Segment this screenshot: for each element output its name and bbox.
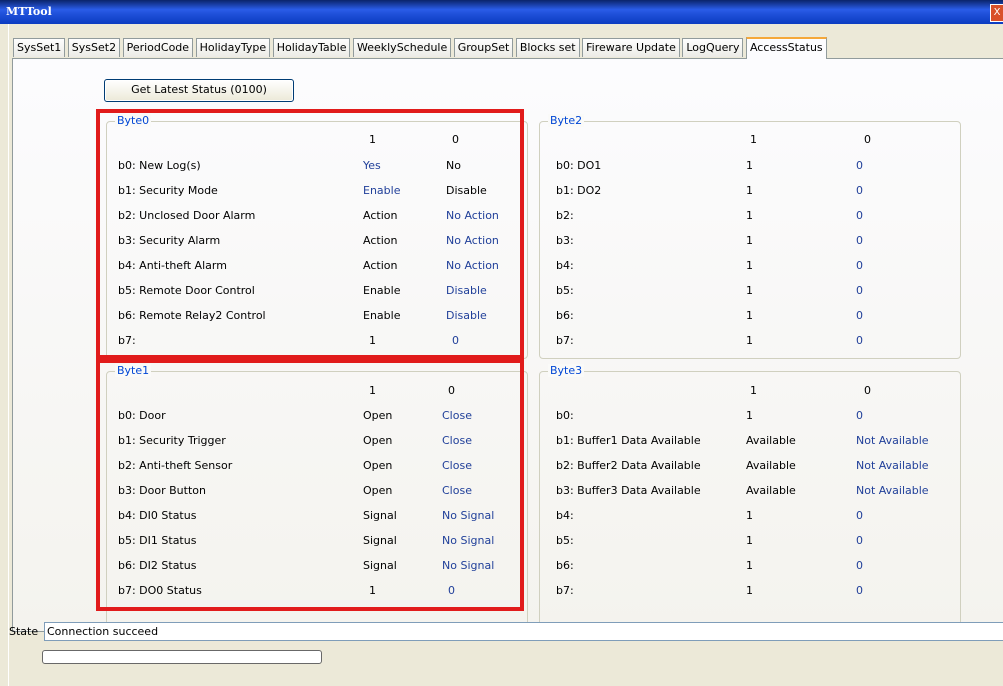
row-label: b0: DO1 [556,159,602,172]
value-0: 0 [856,234,863,247]
value-0: 0 [856,259,863,272]
row-label: b1: DO2 [556,184,602,197]
value-0: Not Available [856,434,929,447]
value-0: 0 [856,334,863,347]
status-row: b0: 1 0 [540,409,960,425]
status-row: b1: DO2 1 0 [540,184,960,200]
tab-holidaytype[interactable]: HolidayType [195,38,271,57]
value-1: 1 [746,184,753,197]
tab-blocks-set[interactable]: Blocks set [515,38,580,57]
value-1: 1 [746,234,753,247]
byte2-group: Byte2 1 0 b0: DO1 1 0 b1: DO2 1 0 b2: 1 0 b3: 1 0… [539,114,961,359]
row-label: b2: Buffer2 Data Available [556,459,701,472]
value-0: 0 [856,284,863,297]
highlight-box-byte0 [96,109,524,359]
value-1: 1 [746,259,753,272]
row-label: b4: [556,509,574,522]
tab-accessstatus[interactable]: AccessStatus [745,37,827,59]
group-legend: Byte2 [548,114,585,127]
byte3-group: Byte3 1 0 b0: 1 0 b1: Buffer1 Data Availabl… [539,364,961,629]
window-title: MTTool [6,5,52,18]
tab-weeklyschedule[interactable]: WeeklySchedule [352,38,452,57]
value-0: 0 [856,209,863,222]
col-header-0: 0 [864,384,871,397]
value-1: 1 [746,559,753,572]
col-header-1: 1 [750,133,757,146]
status-row: b7: 1 0 [540,584,960,600]
value-0: 0 [856,309,863,322]
tab-periodcode[interactable]: PeriodCode [122,38,194,57]
status-row: b5: 1 0 [540,284,960,300]
value-0: 0 [856,559,863,572]
state-field: Connection succeed [44,622,1003,641]
value-1: 1 [746,534,753,547]
value-1: Available [746,459,796,472]
status-row: b1: Buffer1 Data Available Available Not A… [540,434,960,450]
status-row: b7: 1 0 [540,334,960,350]
close-button[interactable]: X [990,4,1003,22]
value-0: 0 [856,584,863,597]
close-icon: X [993,7,1001,18]
tab-logquery[interactable]: LogQuery [682,38,744,57]
row-label: b0: [556,409,574,422]
value-1: 1 [746,334,753,347]
tab-fireware-update[interactable]: Fireware Update [582,38,680,57]
value-0: Not Available [856,459,929,472]
row-label: b2: [556,209,574,222]
status-row: b6: 1 0 [540,309,960,325]
title-bar: MTTool X [0,0,1003,24]
status-row: b2: 1 0 [540,209,960,225]
row-label: b7: [556,584,574,597]
row-label: b5: [556,534,574,547]
tab-strip: SysSet1 SysSet2 PeriodCode HolidayType H… [13,37,827,59]
row-label: b6: [556,309,574,322]
col-header-1: 1 [750,384,757,397]
value-1: Available [746,484,796,497]
status-row: b3: 1 0 [540,234,960,250]
value-1: 1 [746,209,753,222]
tab-sysset2[interactable]: SysSet2 [67,38,121,57]
status-row: b0: DO1 1 0 [540,159,960,175]
value-0: 0 [856,509,863,522]
value-0: Not Available [856,484,929,497]
client-area: SysSet1 SysSet2 PeriodCode HolidayType H… [8,24,1003,686]
tab-groupset[interactable]: GroupSet [453,38,514,57]
status-row: b4: 1 0 [540,259,960,275]
status-row: b6: 1 0 [540,559,960,575]
value-1: 1 [746,509,753,522]
get-latest-status-button[interactable]: Get Latest Status (0100) [104,79,294,102]
status-row: b5: 1 0 [540,534,960,550]
value-1: Available [746,434,796,447]
value-0: 0 [856,534,863,547]
access-status-panel: Get Latest Status (0100) Byte0 10 b0: Ne… [12,58,1003,632]
tab-holidaytable[interactable]: HolidayTable [272,38,351,57]
value-1: 1 [746,584,753,597]
row-label: b7: [556,334,574,347]
row-label: b3: [556,234,574,247]
group-legend: Byte3 [548,364,585,377]
value-1: 1 [746,159,753,172]
status-row: b3: Buffer3 Data Available Available Not A… [540,484,960,500]
state-label: State [9,625,39,638]
value-0: 0 [856,184,863,197]
tab-sysset1[interactable]: SysSet1 [13,38,66,57]
status-row: b2: Buffer2 Data Available Available Not A… [540,459,960,475]
row-label: b3: Buffer3 Data Available [556,484,701,497]
row-label: b4: [556,259,574,272]
progress-bar [42,650,322,664]
value-0: 0 [856,159,863,172]
value-0: 0 [856,409,863,422]
row-label: b1: Buffer1 Data Available [556,434,701,447]
value-1: 1 [746,409,753,422]
row-label: b6: [556,559,574,572]
status-row: b4: 1 0 [540,509,960,525]
row-label: b5: [556,284,574,297]
value-1: 1 [746,309,753,322]
value-1: 1 [746,284,753,297]
highlight-box-byte1 [96,359,524,611]
col-header-0: 0 [864,133,871,146]
